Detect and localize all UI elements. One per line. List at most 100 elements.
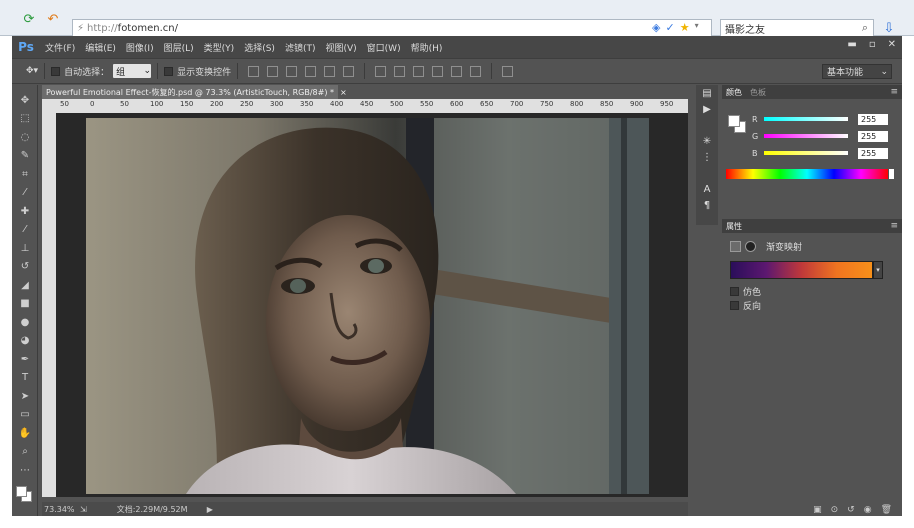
search-icon[interactable]: ⌕ — [862, 21, 868, 35]
color-panel-swatches[interactable] — [728, 115, 750, 137]
chevron-down-icon[interactable]: ▾ — [695, 21, 699, 34]
move-tool-icon[interactable]: ✥▾ — [26, 66, 38, 76]
spectrum-white[interactable] — [889, 169, 894, 179]
foreground-color-swatch[interactable] — [16, 485, 27, 497]
dither-checkbox[interactable] — [730, 286, 739, 296]
healing-tool-icon[interactable]: ✚ — [15, 202, 35, 221]
color-swatches[interactable] — [12, 482, 38, 508]
green-value[interactable]: 255 — [858, 130, 888, 142]
actions-play-icon[interactable]: ▶ — [696, 101, 718, 117]
visibility-icon[interactable]: ◉ — [864, 505, 872, 516]
close-icon[interactable]: ✕ — [888, 39, 896, 50]
close-icon[interactable]: × — [340, 88, 347, 97]
reset-icon[interactable]: ↺ — [847, 505, 855, 516]
tab-color[interactable]: 颜色 — [726, 87, 742, 98]
zoom-level[interactable]: 73.34% — [44, 505, 84, 514]
menu-file[interactable]: 文件(F) — [40, 41, 80, 54]
show-transform-option[interactable]: 显示变换控件 — [164, 65, 231, 78]
star-icon[interactable]: ★ — [680, 21, 690, 34]
shield-icon[interactable]: ◈ — [652, 21, 660, 34]
blur-tool-icon[interactable]: ● — [15, 313, 35, 332]
delete-icon[interactable]: 🗑 — [881, 505, 892, 516]
previous-state-icon[interactable]: ⊙ — [831, 505, 839, 516]
menu-filter[interactable]: 滤镜(T) — [280, 41, 321, 54]
distribute-top-icon[interactable] — [375, 65, 387, 77]
auto-select-dropdown[interactable]: 组 ⌄ — [113, 64, 152, 78]
tab-swatches[interactable]: 色板 — [750, 87, 766, 98]
pen-tool-icon[interactable]: ✒ — [15, 350, 35, 369]
lasso-tool-icon[interactable]: ◌ — [15, 128, 35, 147]
document-image[interactable] — [86, 118, 649, 494]
blue-slider[interactable] — [764, 151, 848, 155]
distribute-hcenter-icon[interactable] — [451, 65, 463, 77]
refresh-icon[interactable]: ⟳ — [20, 11, 38, 27]
brush-tool-icon[interactable]: ⁄ — [15, 221, 35, 240]
dodge-tool-icon[interactable]: ◕ — [15, 332, 35, 351]
marquee-tool-icon[interactable]: ⬚ — [15, 110, 35, 129]
path-select-tool-icon[interactable]: ➤ — [15, 387, 35, 406]
red-value[interactable]: 255 — [858, 113, 888, 125]
type-tool-icon[interactable]: T — [15, 369, 35, 388]
red-slider[interactable] — [764, 117, 848, 121]
hand-tool-icon[interactable]: ✋ — [15, 424, 35, 443]
back-icon[interactable]: ↶ — [44, 11, 62, 27]
distribute-right-icon[interactable] — [470, 65, 482, 77]
more-tools-icon[interactable]: ⋯ — [15, 461, 35, 480]
clone-stamp-tool-icon[interactable]: ⊥ — [15, 239, 35, 258]
reverse-checkbox[interactable] — [730, 300, 739, 310]
panel-menu-icon[interactable]: ≡ — [890, 221, 898, 231]
menu-layer[interactable]: 图层(L) — [159, 41, 199, 54]
chevron-down-icon[interactable]: ▾ — [873, 261, 883, 279]
menu-help[interactable]: 帮助(H) — [406, 41, 448, 54]
menu-window[interactable]: 窗口(W) — [362, 41, 406, 54]
mask-icon[interactable] — [745, 240, 756, 252]
align-hcenter-icon[interactable] — [324, 65, 336, 77]
auto-align-icon[interactable] — [502, 65, 514, 77]
menu-view[interactable]: 视图(V) — [320, 41, 361, 54]
history-icon[interactable]: ▤ — [696, 85, 718, 101]
menu-edit[interactable]: 编辑(E) — [80, 41, 121, 54]
dither-option[interactable]: 仿色 — [730, 285, 761, 298]
auto-select-option[interactable]: 自动选择： — [51, 65, 109, 78]
clip-to-layer-icon[interactable]: ▣ — [813, 505, 822, 516]
search-input[interactable]: 攝影之友 ⌕ — [720, 19, 874, 37]
blue-value[interactable]: 255 — [858, 147, 888, 159]
quick-select-tool-icon[interactable]: ✎ — [15, 147, 35, 166]
shape-tool-icon[interactable]: ▭ — [15, 406, 35, 425]
distribute-vcenter-icon[interactable] — [394, 65, 406, 77]
brush-settings-icon[interactable]: ✳ — [696, 133, 718, 149]
menu-select[interactable]: 选择(S) — [239, 41, 280, 54]
show-transform-checkbox[interactable] — [164, 66, 174, 76]
character-icon[interactable]: A — [696, 181, 718, 197]
minimize-icon[interactable]: ▬ — [847, 39, 856, 50]
foreground-color-swatch[interactable] — [728, 115, 740, 127]
history-brush-tool-icon[interactable]: ↺ — [15, 258, 35, 277]
distribute-left-icon[interactable] — [432, 65, 444, 77]
paragraph-icon[interactable]: ¶ — [696, 197, 718, 213]
align-top-icon[interactable] — [248, 65, 260, 77]
gradient-tool-icon[interactable]: ■ — [15, 295, 35, 314]
panel-menu-icon[interactable]: ≡ — [890, 87, 898, 97]
reverse-option[interactable]: 反向 — [730, 299, 761, 312]
export-icon[interactable]: ⇲ — [80, 505, 87, 514]
gradient-preview[interactable] — [730, 261, 873, 279]
check-icon[interactable]: ✓ — [665, 21, 674, 34]
auto-select-checkbox[interactable] — [51, 66, 61, 76]
align-right-icon[interactable] — [343, 65, 355, 77]
menu-image[interactable]: 图像(I) — [121, 41, 159, 54]
brush-presets-icon[interactable]: ⋮ — [696, 149, 718, 165]
green-slider[interactable] — [764, 134, 848, 138]
eyedropper-tool-icon[interactable]: ⁄ — [15, 184, 35, 203]
distribute-bottom-icon[interactable] — [413, 65, 425, 77]
align-vcenter-icon[interactable] — [267, 65, 279, 77]
maximize-icon[interactable]: ▫ — [869, 39, 876, 50]
align-left-icon[interactable] — [305, 65, 317, 77]
document-tab[interactable]: Powerful Emotional Effect-恢复的.psd @ 73.3… — [42, 85, 347, 99]
play-icon[interactable]: ▶ — [207, 505, 213, 514]
address-bar[interactable]: ⚡ http:// fotomen.cn/ — [72, 19, 712, 37]
align-bottom-icon[interactable] — [286, 65, 298, 77]
crop-tool-icon[interactable]: ⌗ — [15, 165, 35, 184]
workspace-switcher[interactable]: 基本功能 ⌄ — [822, 64, 892, 79]
zoom-tool-icon[interactable]: ⌕ — [15, 443, 35, 462]
color-spectrum-bar[interactable] — [726, 169, 888, 179]
